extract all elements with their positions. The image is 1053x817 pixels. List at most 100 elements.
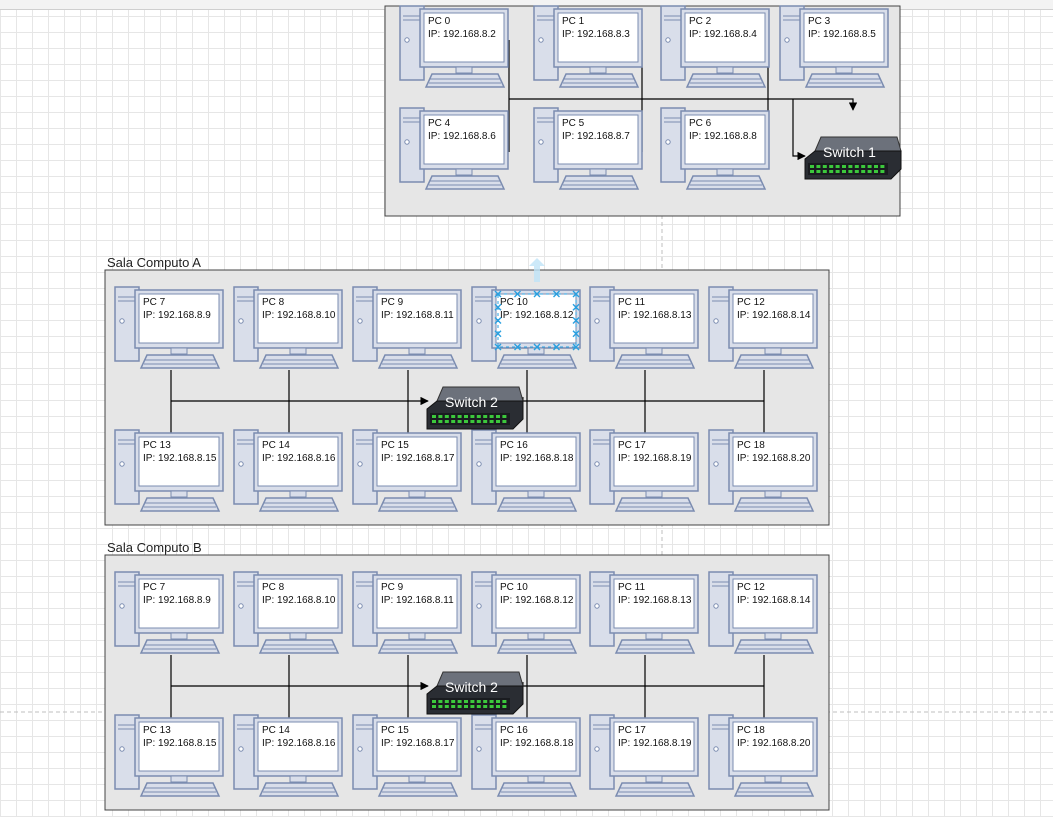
network-switch[interactable]: Switch 2 [426, 386, 524, 430]
pc-node[interactable]: PC 6 IP: 192.168.8.8 [660, 107, 770, 190]
pc-ip: IP: 192.168.8.11 [381, 595, 454, 606]
pc-node[interactable]: PC 11 IP: 192.168.8.13 [589, 286, 699, 369]
pc-name: PC 12 [737, 582, 765, 593]
pc-node[interactable]: PC 16 IP: 192.168.8.18 [471, 714, 581, 797]
pc-name: PC 17 [618, 440, 646, 451]
desktop-computer-icon [399, 107, 509, 190]
network-diagram: Sala Computo A Sala Computo B PC 0IP: 19… [0, 5, 1053, 811]
pc-name: PC 3 [808, 16, 831, 27]
pc-ip: IP: 192.168.8.16 [262, 453, 336, 464]
pc-name: PC 12 [737, 297, 765, 308]
desktop-computer-icon [114, 286, 224, 369]
pc-name: PC 1 [562, 16, 585, 27]
pc-name: PC 14 [262, 725, 290, 736]
network-switch[interactable]: Switch 1 [804, 136, 902, 180]
pc-node[interactable]: PC 12 IP: 192.168.8.14 [708, 286, 818, 369]
pc-ip: IP: 192.168.8.2 [428, 29, 496, 40]
pc-name: PC 13 [143, 440, 171, 451]
pc-name: PC 5 [562, 118, 585, 129]
pc-name: PC 15 [381, 440, 409, 451]
pc-node[interactable]: PC 11 IP: 192.168.8.13 [589, 571, 699, 654]
pc-name: PC 9 [381, 582, 404, 593]
pc-ip: IP: 192.168.8.4 [689, 29, 757, 40]
pc-ip: IP: 192.168.8.19 [618, 738, 692, 749]
pc-node[interactable]: PC 0 IP: 192.168.8.2 [399, 5, 509, 88]
pc-node[interactable]: PC 18 IP: 192.168.8.20 [708, 429, 818, 512]
pc-node[interactable]: PC 10 IP: 192.168.8.12 [471, 571, 581, 654]
pc-name: PC 10 [500, 582, 528, 593]
pc-name: PC 0 [428, 16, 451, 27]
desktop-computer-icon [533, 107, 643, 190]
pc-ip: IP: 192.168.8.20 [737, 453, 811, 464]
pc-ip: IP: 192.168.8.17 [381, 453, 455, 464]
pc-ip: IP: 192.168.8.13 [618, 310, 692, 321]
pc-ip: IP: 192.168.8.3 [562, 29, 630, 40]
pc-ip: IP: 192.168.8.17 [381, 738, 455, 749]
pc-ip: IP: 192.168.8.13 [618, 595, 692, 606]
pc-node[interactable]: PC 5 IP: 192.168.8.7 [533, 107, 643, 190]
pc-node[interactable]: PC 14 IP: 192.168.8.16 [233, 714, 343, 797]
pc-ip: IP: 192.168.8.10 [262, 595, 336, 606]
room-label: Sala Computo A [107, 255, 201, 270]
pc-node[interactable]: PC 15 IP: 192.168.8.17 [352, 714, 462, 797]
switch-label: Switch 2 [445, 394, 498, 410]
pc-ip: IP: 192.168.8.9 [143, 595, 211, 606]
pc-node[interactable]: PC 17 IP: 192.168.8.19 [589, 714, 699, 797]
pc-name: PC 11 [618, 582, 645, 593]
pc-name: PC 7 [143, 297, 166, 308]
pc-node[interactable]: PC 8 IP: 192.168.8.10 [233, 286, 343, 369]
network-switch[interactable]: Switch 2 [426, 671, 524, 715]
pc-ip: IP: 192.168.8.19 [618, 453, 692, 464]
desktop-computer-icon [233, 571, 343, 654]
pc-node[interactable]: PC 15 IP: 192.168.8.17 [352, 429, 462, 512]
pc-node[interactable]: PC 16 IP: 192.168.8.18 [471, 429, 581, 512]
pc-node[interactable]: PC 8 IP: 192.168.8.10 [233, 571, 343, 654]
desktop-computer-icon [660, 5, 770, 88]
pc-node[interactable]: PC 13 IP: 192.168.8.15 [114, 429, 224, 512]
pc-node[interactable]: PC 18 IP: 192.168.8.20 [708, 714, 818, 797]
pc-name: PC 16 [500, 725, 528, 736]
pc-name: PC 6 [689, 118, 712, 129]
desktop-computer-icon [352, 286, 462, 369]
pc-name: PC 2 [689, 16, 712, 27]
pc-node[interactable]: PC 12 IP: 192.168.8.14 [708, 571, 818, 654]
pc-ip: IP: 192.168.8.14 [737, 595, 811, 606]
switch-label: Switch 1 [823, 144, 876, 160]
pc-ip: IP: 192.168.8.8 [689, 131, 757, 142]
pc-node[interactable]: PC 9 IP: 192.168.8.11 [352, 571, 462, 654]
pc-node[interactable]: PC 9 IP: 192.168.8.11 [352, 286, 462, 369]
pc-ip: IP: 192.168.8.15 [143, 738, 217, 749]
pc-node[interactable]: PC 10 IP: 192.168.8.12 [471, 286, 581, 369]
desktop-computer-icon [779, 5, 889, 88]
desktop-computer-icon [660, 107, 770, 190]
pc-name: PC 8 [262, 297, 285, 308]
pc-ip: IP: 192.168.8.20 [737, 738, 811, 749]
pc-ip: IP: 192.168.8.12 [500, 310, 574, 321]
pc-ip: IP: 192.168.8.12 [500, 595, 574, 606]
pc-node[interactable]: PC 17 IP: 192.168.8.19 [589, 429, 699, 512]
pc-ip: IP: 192.168.8.11 [381, 310, 454, 321]
pc-node[interactable]: PC 7 IP: 192.168.8.9 [114, 286, 224, 369]
desktop-computer-icon [352, 571, 462, 654]
pc-ip: IP: 192.168.8.9 [143, 310, 211, 321]
desktop-computer-icon [114, 571, 224, 654]
pc-name: PC 18 [737, 725, 765, 736]
desktop-computer-icon [399, 5, 509, 88]
pc-ip: IP: 192.168.8.5 [808, 29, 876, 40]
pc-node[interactable]: PC 4 IP: 192.168.8.6 [399, 107, 509, 190]
pc-node[interactable]: PC 2 IP: 192.168.8.4 [660, 5, 770, 88]
pc-name: PC 8 [262, 582, 285, 593]
pc-name: PC 4 [428, 118, 451, 129]
pc-ip: IP: 192.168.8.15 [143, 453, 217, 464]
pc-ip: IP: 192.168.8.16 [262, 738, 336, 749]
pc-node[interactable]: PC 13 IP: 192.168.8.15 [114, 714, 224, 797]
pc-name: PC 7 [143, 582, 166, 593]
pc-name: PC 13 [143, 725, 171, 736]
pc-node[interactable]: PC 1 IP: 192.168.8.3 [533, 5, 643, 88]
pc-node[interactable]: PC 14 IP: 192.168.8.16 [233, 429, 343, 512]
pc-node[interactable]: PC 7 IP: 192.168.8.9 [114, 571, 224, 654]
desktop-computer-icon [233, 286, 343, 369]
pc-node[interactable]: PC 3 IP: 192.168.8.5 [779, 5, 889, 88]
pc-name: PC 18 [737, 440, 765, 451]
pc-ip: IP: 192.168.8.14 [737, 310, 811, 321]
